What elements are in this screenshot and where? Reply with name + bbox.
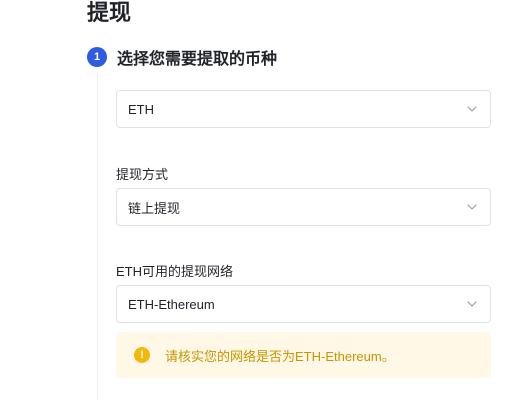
chevron-down-icon (466, 103, 478, 115)
network-label: ETH可用的提现网络 (116, 264, 234, 279)
step-header: 1 选择您需要提取的币种 (87, 46, 277, 68)
page-title: 提现 (87, 0, 132, 25)
withdraw-method-select[interactable]: 链上提现 (116, 188, 491, 226)
chevron-down-icon (466, 201, 478, 213)
currency-select[interactable]: ETH (116, 90, 491, 128)
network-warning-notice: ! 请核实您的网络是否为ETH-Ethereum。 (116, 332, 491, 378)
network-select-value: ETH-Ethereum (128, 296, 215, 312)
step-number-badge: 1 (87, 47, 107, 67)
withdraw-method-value: 链上提现 (128, 200, 181, 216)
step-title: 选择您需要提取的币种 (117, 51, 278, 68)
network-select[interactable]: ETH-Ethereum (116, 285, 491, 323)
network-warning-text: 请核实您的网络是否为ETH-Ethereum。 (165, 348, 395, 364)
withdraw-page: 提现 1 选择您需要提取的币种 ETH 提现方式 链上提现 ETH可用的提现网络… (0, 0, 520, 400)
step-connector-line (97, 74, 98, 400)
withdraw-method-label: 提现方式 (116, 167, 169, 182)
chevron-down-icon (466, 298, 478, 310)
currency-select-value: ETH (128, 101, 154, 117)
exclamation-circle-icon: ! (134, 347, 150, 363)
